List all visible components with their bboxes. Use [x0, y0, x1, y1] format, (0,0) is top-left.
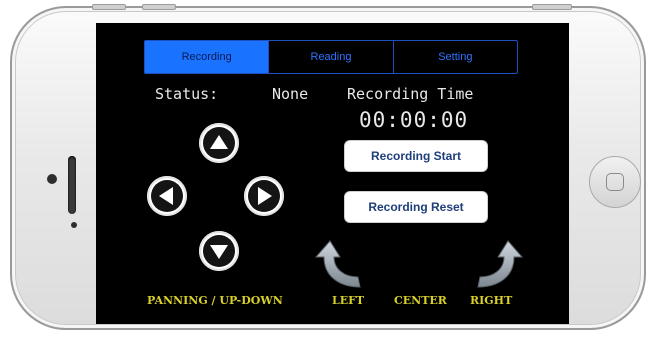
pan-left-button[interactable] [147, 176, 187, 216]
status-label: Status: [155, 85, 219, 103]
power-button [532, 4, 572, 10]
earpiece-speaker [68, 156, 76, 214]
home-square-icon [606, 173, 624, 191]
app-screen: Recording Reading Setting Status: None R… [96, 23, 569, 324]
pan-down-button[interactable] [199, 231, 239, 271]
curved-arrow-left-icon[interactable] [312, 239, 368, 289]
recording-time-label: Recording Time [347, 85, 474, 103]
tab-setting[interactable]: Setting [392, 41, 517, 73]
home-button[interactable] [589, 156, 641, 208]
recording-start-button[interactable]: Recording Start [344, 140, 488, 172]
arrow-up-icon [210, 135, 228, 149]
curved-arrow-right-icon[interactable] [470, 239, 526, 289]
status-value: None [272, 85, 309, 103]
arrow-left-icon [159, 187, 173, 205]
center-label: CENTER [394, 294, 447, 307]
front-camera [47, 174, 57, 184]
pan-up-button[interactable] [199, 123, 239, 163]
tab-reading[interactable]: Reading [268, 41, 392, 73]
arrow-down-icon [210, 245, 228, 259]
tab-bar: Recording Reading Setting [144, 40, 518, 74]
pan-right-button[interactable] [244, 176, 284, 216]
panning-label: PANNING / UP-DOWN [147, 294, 283, 307]
recording-reset-button[interactable]: Recording Reset [344, 191, 488, 223]
volume-down-button [142, 4, 176, 10]
recording-time-value: 00:00:00 [359, 108, 469, 132]
left-label: LEFT [332, 294, 365, 307]
arrow-right-icon [258, 187, 272, 205]
right-label: RIGHT [470, 294, 513, 307]
proximity-sensor [71, 222, 77, 228]
volume-up-button [92, 4, 126, 10]
tab-recording[interactable]: Recording [145, 41, 269, 73]
